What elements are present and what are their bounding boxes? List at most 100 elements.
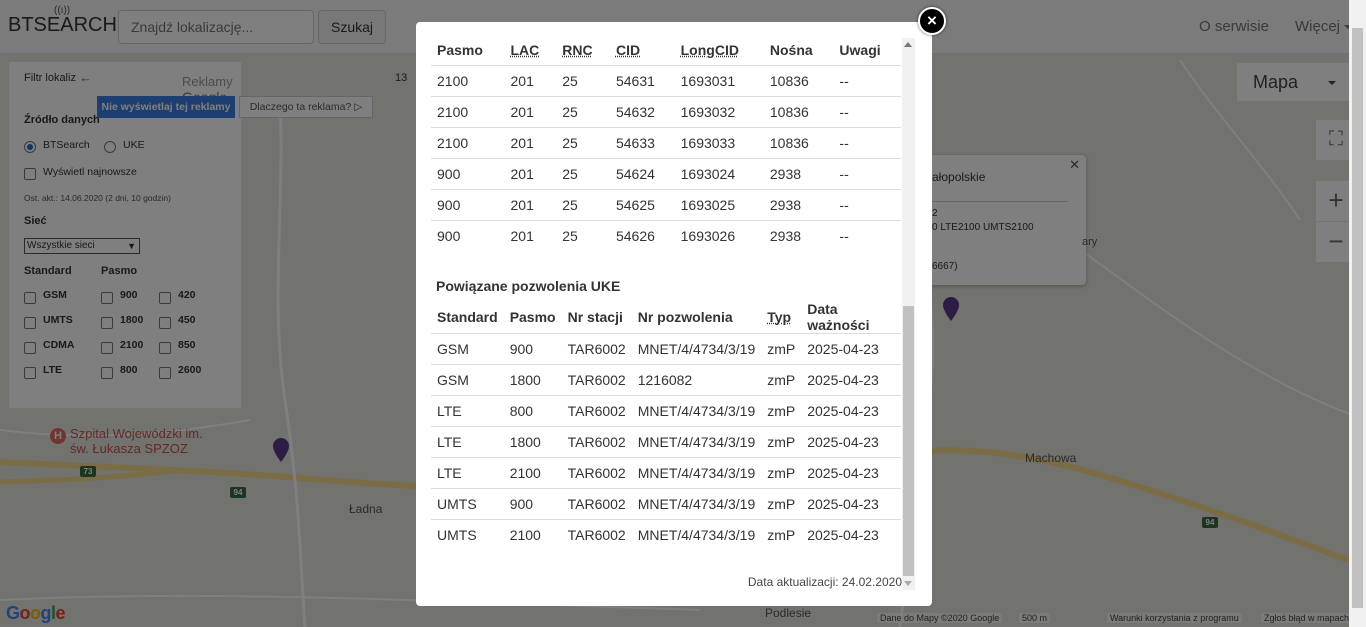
page-scrollbar-thumb[interactable]	[1352, 28, 1363, 608]
table-cell: GSM	[431, 364, 504, 396]
table-cell: 2025-04-23	[807, 341, 879, 357]
table-cell: zmP	[761, 519, 802, 551]
table-row: 900 201 25 54625 1693025 2938 --	[431, 188, 901, 220]
table-cell: --	[839, 72, 849, 89]
permits-table: Standard Pasmo Nr stacji Nr pozwolenia T…	[431, 301, 901, 551]
table-cell: 54631	[615, 72, 655, 89]
table-cell: 1800	[503, 364, 562, 396]
table-cell: 201	[504, 95, 557, 127]
table-cell: 54624	[609, 157, 675, 189]
table-cell: 2025-04-23	[801, 364, 901, 396]
table-cell: 2100	[431, 126, 505, 158]
table-row: LTE 800 TAR6002 MNET/4/4734/3/19 zmP 2025-04-…	[431, 395, 901, 427]
modal-scrollbar-thumb[interactable]	[903, 306, 914, 576]
table-cell: MNET/4/4734/3/19	[631, 457, 762, 489]
table-cell: TAR6002	[561, 488, 632, 520]
table-cell: 1693026	[674, 219, 764, 251]
col-header-lac: LAC	[510, 41, 540, 58]
table-cell: 2025-04-23	[801, 426, 901, 458]
table-cell: 201	[504, 188, 557, 220]
table-cell: MNET/4/4734/3/19	[631, 426, 762, 458]
table-cell: 10836	[763, 95, 834, 127]
table-cell: 201	[504, 126, 557, 158]
table-row: 900 201 25 54624 1693024 2938 --	[431, 157, 901, 189]
table-cell: 900	[503, 488, 562, 520]
scroll-down-icon[interactable]	[904, 581, 912, 586]
table-cell: 2100	[437, 72, 469, 89]
table-cell: 2025-04-23	[801, 395, 901, 427]
table-cell: 1693024	[674, 157, 764, 189]
table-cell: 25	[556, 188, 610, 220]
page-scrollbar[interactable]	[1349, 0, 1366, 627]
permits-section-title: Powiązane pozwolenia UKE	[436, 278, 621, 294]
table-cell: 54626	[609, 219, 675, 251]
table-cell: 900	[431, 219, 505, 251]
table-cell: zmP	[761, 488, 802, 520]
col-header: CID	[609, 35, 675, 66]
table-cell: 1693025	[674, 188, 764, 220]
col-header-cid: CID	[615, 41, 641, 58]
table-cell: UMTS	[431, 488, 504, 520]
table-cell: TAR6002	[561, 364, 632, 396]
col-header: Uwagi	[833, 35, 901, 66]
table-cell: --	[833, 157, 901, 189]
table-row: UMTS 900 TAR6002 MNET/4/4734/3/19 zmP 2025-04…	[431, 488, 901, 520]
cells-table-body: 2100 201 25 54631 1693031 10836 -- 2100 201 25 546…	[431, 65, 901, 251]
table-row: GSM 1800 TAR6002 1216082 zmP 2025-04-23	[431, 364, 901, 396]
table-cell: TAR6002	[567, 341, 626, 357]
table-cell: 25	[556, 126, 610, 158]
table-row: 2100 201 25 54631 1693031 10836 --	[431, 65, 901, 96]
table-row: UMTS 2100 TAR6002 MNET/4/4734/3/19 zmP 2025-0…	[431, 519, 901, 551]
scroll-up-icon[interactable]	[904, 42, 912, 47]
table-cell: 1693033	[674, 126, 764, 158]
table-cell: 201	[510, 72, 534, 89]
table-cell: MNET/4/4734/3/19	[637, 341, 756, 357]
table-cell: 25	[562, 72, 578, 89]
table-cell: 900	[431, 157, 505, 189]
table-cell: 25	[556, 157, 610, 189]
table-cell: zmP	[761, 457, 802, 489]
table-cell: 1693032	[674, 95, 764, 127]
table-cell: 25	[556, 95, 610, 127]
table-cell: 900	[431, 188, 505, 220]
modal-close-button[interactable]: ×	[918, 7, 946, 35]
table-cell: 25	[556, 219, 610, 251]
col-header: Pasmo	[431, 35, 505, 66]
table-row: LTE 2100 TAR6002 MNET/4/4734/3/19 zmP 2025-04…	[431, 457, 901, 489]
col-header: RNC	[556, 35, 610, 66]
col-header: LAC	[504, 35, 557, 66]
table-cell: UMTS	[431, 519, 504, 551]
col-header: Data ważności	[801, 301, 901, 334]
table-cell: 2938	[763, 219, 834, 251]
table-row: 2100 201 25 54632 1693032 10836 --	[431, 95, 901, 127]
col-header-typ: Typ	[767, 309, 792, 325]
cells-table-header: Pasmo LAC RNC CID LongCID Nośna Uwagi	[431, 35, 901, 66]
table-cell: 2100	[503, 519, 562, 551]
table-cell: GSM	[437, 341, 469, 357]
table-cell: 54632	[609, 95, 675, 127]
table-cell: 10836	[769, 72, 809, 89]
table-cell: MNET/4/4734/3/19	[631, 395, 762, 427]
table-cell: 2938	[763, 157, 834, 189]
col-header: Nr stacji	[561, 301, 632, 334]
table-cell: 2100	[431, 95, 505, 127]
table-cell: TAR6002	[561, 519, 632, 551]
table-cell: TAR6002	[561, 457, 632, 489]
table-cell: LTE	[431, 457, 504, 489]
table-cell: --	[833, 126, 901, 158]
table-cell: 800	[503, 395, 562, 427]
station-details-modal: Pasmo LAC RNC CID LongCID Nośna Uwagi 21…	[416, 22, 932, 606]
col-header-rnc: RNC	[562, 41, 593, 58]
table-cell: 900	[509, 341, 534, 357]
table-cell: MNET/4/4734/3/19	[631, 519, 762, 551]
table-cell: 2025-04-23	[801, 488, 901, 520]
table-cell: 201	[504, 157, 557, 189]
table-cell: 1216082	[631, 364, 762, 396]
col-header: Nr pozwolenia	[631, 301, 762, 334]
col-header: LongCID	[674, 35, 764, 66]
table-cell: 1800	[503, 426, 562, 458]
table-cell: 2100	[503, 457, 562, 489]
table-cell: 2025-04-23	[801, 519, 901, 551]
modal-scrollbar[interactable]	[902, 38, 915, 590]
table-cell: 10836	[763, 126, 834, 158]
